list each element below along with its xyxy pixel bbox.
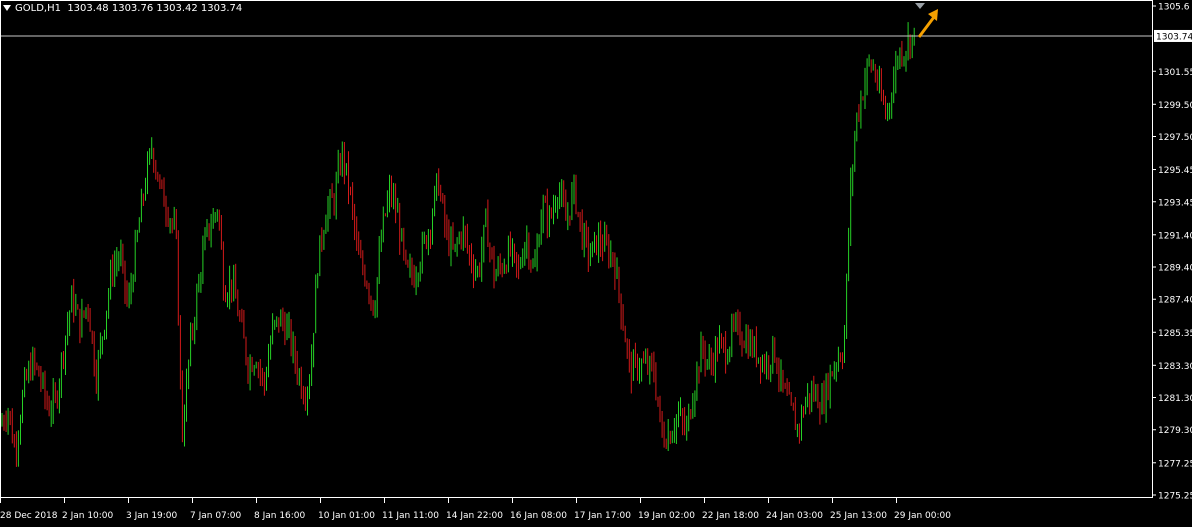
- y-tick-label: 1287.40: [1158, 296, 1192, 306]
- x-tick-label: 10 Jan 01:00: [318, 511, 375, 521]
- y-tick-label: 1275.25: [1158, 492, 1192, 502]
- plot-frame: [0, 0, 1153, 498]
- y-tick-label: 1277.25: [1158, 459, 1192, 469]
- y-tick-label: 1295.45: [1158, 166, 1192, 176]
- x-tick-label: 29 Jan 00:00: [894, 511, 951, 521]
- x-tick-label: 2 Jan 10:00: [62, 511, 114, 521]
- x-tick-label: 16 Jan 08:00: [510, 511, 567, 521]
- current-price-label: 1303.74: [1156, 32, 1192, 42]
- y-tick-label: 1305.6: [1158, 3, 1190, 13]
- y-tick-label: 1279.30: [1158, 426, 1192, 436]
- x-tick-label: 28 Dec 2018: [0, 511, 58, 521]
- x-tick-label: 22 Jan 18:00: [702, 511, 759, 521]
- x-tick-label: 7 Jan 07:00: [190, 511, 242, 521]
- y-tick-label: 1301.55: [1158, 68, 1192, 78]
- y-tick-label: 1289.40: [1158, 264, 1192, 274]
- x-tick-label: 17 Jan 17:00: [574, 511, 631, 521]
- y-tick-label: 1299.50: [1158, 101, 1192, 111]
- y-tick-label: 1281.30: [1158, 394, 1192, 404]
- y-tick-label: 1283.30: [1158, 362, 1192, 372]
- x-tick-label: 19 Jan 02:00: [638, 511, 695, 521]
- x-tick-label: 14 Jan 22:00: [446, 511, 503, 521]
- price-chart[interactable]: 1305.6 1301.55 1299.50 1297.50 1295.45 1293.4…: [0, 0, 1192, 527]
- candles-layer: [1, 22, 915, 467]
- time-axis: 28 Dec 2018 2 Jan 10:00 3 Jan 19:00 7 Jan 0…: [0, 498, 951, 521]
- y-tick-label: 1293.45: [1158, 198, 1192, 208]
- trend-arrow-icon: [917, 9, 938, 38]
- x-tick-label: 24 Jan 03:00: [766, 511, 823, 521]
- x-tick-label: 11 Jan 11:00: [382, 511, 439, 521]
- shift-marker-triangle-icon[interactable]: [915, 3, 925, 9]
- y-tick-label: 1285.35: [1158, 329, 1192, 339]
- price-axis: 1305.6 1301.55 1299.50 1297.50 1295.45 1293.4…: [1152, 3, 1192, 502]
- y-tick-label: 1291.40: [1158, 231, 1192, 241]
- x-tick-label: 25 Jan 13:00: [830, 511, 887, 521]
- x-tick-label: 8 Jan 16:00: [254, 511, 306, 521]
- x-tick-label: 3 Jan 19:00: [126, 511, 178, 521]
- y-tick-label: 1297.50: [1158, 133, 1192, 143]
